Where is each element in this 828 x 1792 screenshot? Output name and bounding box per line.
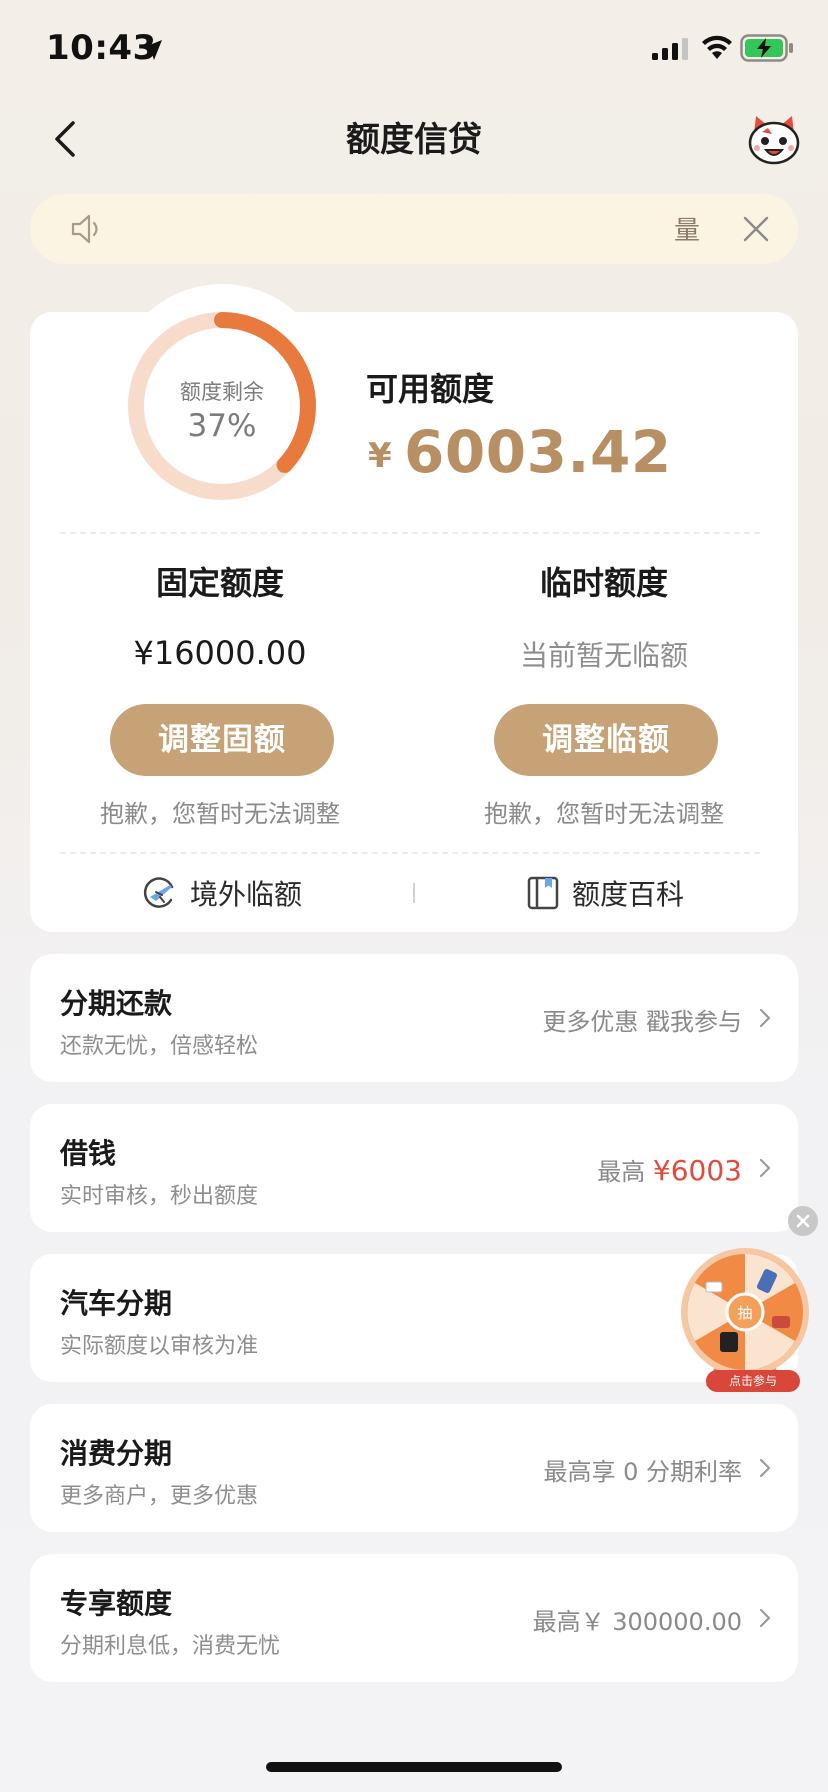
ring-percent: 37% xyxy=(187,408,257,444)
list-item-title: 借钱 xyxy=(60,1137,117,1170)
temp-adjust-note: 抱歉，您暂时无法调整 xyxy=(484,800,724,828)
fixed-adjust-note: 抱歉，您暂时无法调整 xyxy=(100,800,340,828)
home-indicator[interactable] xyxy=(266,1762,562,1772)
list-item-subtitle: 还款无忧，倍感轻松 xyxy=(60,1034,259,1059)
mascot-cat-icon xyxy=(748,116,800,165)
overseas-limit-label: 境外临额 xyxy=(190,878,303,911)
chevron-right-icon xyxy=(759,1008,771,1028)
cellular-signal-icon xyxy=(652,38,688,60)
page-title: 额度信贷 xyxy=(346,120,482,160)
ring-label: 额度剩余 xyxy=(180,380,264,404)
close-icon[interactable] xyxy=(740,213,772,245)
max-label: 最高 xyxy=(597,1158,653,1186)
list-item-title: 分期还款 xyxy=(60,987,173,1020)
max-amount: ¥6003 xyxy=(652,1154,742,1187)
status-bar: 10:43 xyxy=(0,0,828,100)
overseas-plane-icon xyxy=(143,877,174,908)
limit-wiki-link[interactable]: 额度百科 xyxy=(526,870,684,916)
list-item-promo: 最高￥ 300000.00 xyxy=(532,1608,742,1636)
list-item-promo: 最高享 0 分期利率 xyxy=(543,1458,742,1486)
divider xyxy=(60,532,760,534)
close-icon xyxy=(796,1214,810,1228)
list-item-title: 汽车分期 xyxy=(60,1287,173,1320)
battery-charging-icon xyxy=(740,34,793,62)
chevron-right-icon xyxy=(759,1608,771,1628)
notice-text: 量 xyxy=(674,216,701,246)
temp-limit-value: 当前暂无临额 xyxy=(519,639,688,672)
list-item-exclusive-limit[interactable]: 专享额度 分期利息低，消费无忧 最高￥ 300000.00 xyxy=(30,1554,798,1682)
list-item-promo: 更多优惠 戳我参与 xyxy=(542,1008,742,1036)
wheel-center-text: 抽 xyxy=(737,1304,752,1322)
adjust-temp-button[interactable]: 调整临额 xyxy=(494,704,718,776)
fixed-limit-value: ¥16000.00 xyxy=(133,634,307,672)
mascot-button[interactable] xyxy=(746,112,802,168)
adjust-fixed-button[interactable]: 调整固额 xyxy=(110,704,334,776)
list-item-consumer-installment[interactable]: 消费分期 更多商户，更多优惠 最高享 0 分期利率 xyxy=(30,1404,798,1532)
link-separator xyxy=(413,883,415,903)
temp-limit-title: 临时额度 xyxy=(539,564,668,602)
list-item-subtitle: 实际额度以审核为准 xyxy=(60,1334,259,1359)
divider xyxy=(60,852,760,854)
chevron-right-icon xyxy=(759,1158,771,1178)
chevron-right-icon xyxy=(759,1458,771,1478)
overseas-limit-link[interactable]: 境外临额 xyxy=(142,870,302,916)
list-item-subtitle: 更多商户，更多优惠 xyxy=(60,1484,259,1509)
wheel-caption[interactable]: 点击参与 xyxy=(706,1370,800,1392)
available-amount: 6003.42 xyxy=(404,418,672,486)
wifi-icon xyxy=(702,35,732,59)
speaker-icon xyxy=(71,214,98,244)
available-currency: ¥ xyxy=(368,436,392,476)
book-icon xyxy=(527,876,559,910)
list-item-title: 消费分期 xyxy=(60,1437,173,1470)
fixed-limit-title: 固定额度 xyxy=(155,564,284,602)
remaining-ring: 额度剩余 37% xyxy=(124,308,320,504)
location-arrow-icon xyxy=(142,40,162,60)
list-item-promo: 最高 ¥6003 xyxy=(597,1152,742,1187)
notice-bar[interactable]: 量 xyxy=(30,194,798,264)
list-item-installment-repay[interactable]: 分期还款 还款无忧，倍感轻松 更多优惠 戳我参与 xyxy=(30,954,798,1082)
wheel-close-button[interactable] xyxy=(788,1206,818,1236)
list-item-title: 专享额度 xyxy=(60,1587,173,1620)
limit-wiki-label: 额度百科 xyxy=(572,878,685,911)
list-item-subtitle: 实时审核，秒出额度 xyxy=(60,1184,259,1209)
available-label: 可用额度 xyxy=(366,370,495,408)
list-item-borrow[interactable]: 借钱 实时审核，秒出额度 最高 ¥6003 xyxy=(30,1104,798,1232)
list-item-subtitle: 分期利息低，消费无忧 xyxy=(60,1634,281,1659)
